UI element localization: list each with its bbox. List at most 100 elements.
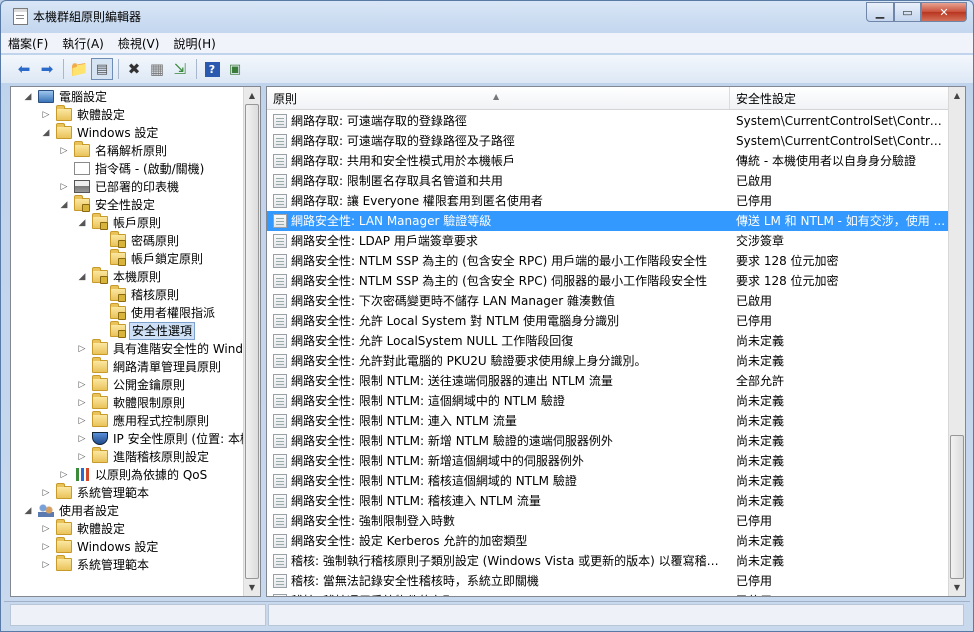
tree-item-label: IP 安全性原則 (位置: 本機 — [113, 432, 252, 446]
policy-setting-icon — [273, 294, 287, 308]
scroll-down-icon[interactable]: ▼ — [949, 579, 965, 596]
tree-item-label: 指令碼 - (啟動/關機) — [95, 162, 205, 176]
folder-icon — [56, 123, 72, 139]
policy-name: 網路安全性: NTLM SSP 為主的 (包含安全 RPC) 用戶端的最小工作階… — [291, 254, 708, 268]
expand-arrow-icon[interactable]: ▷ — [59, 466, 69, 484]
console-tree[interactable]: ◢ 電腦設定 ▷ 軟體設定 ◢ Windows 設定 ▷ 名稱解析原則 指令碼 - (啟動/關機… — [10, 86, 261, 597]
policy-row[interactable]: 網路安全性: 限制 NTLM: 新增 NTLM 驗證的遠端伺服器例外 尚未定義 — [267, 431, 949, 451]
expand-arrow-icon[interactable]: ▷ — [59, 142, 69, 160]
up-folder-button[interactable]: 📁 — [68, 58, 90, 80]
show-hide-action-pane-icon: ▣ — [228, 61, 242, 77]
maximize-button[interactable]: ▭ — [894, 2, 921, 22]
policy-row[interactable]: 稽核: 稽核通用系統物件的存取 已停用 — [267, 591, 949, 596]
policy-row[interactable]: 網路安全性: NTLM SSP 為主的 (包含安全 RPC) 用戶端的最小工作階… — [267, 251, 949, 271]
expand-arrow-icon[interactable]: ▷ — [77, 376, 87, 394]
tree-item-label: 進階稽核原則設定 — [113, 450, 210, 464]
policy-row[interactable]: 網路安全性: 允許對此電腦的 PKU2U 驗證要求使用線上身分識別。 尚未定義 — [267, 351, 949, 371]
policy-row[interactable]: 網路安全性: LDAP 用戶端簽章要求 交涉簽章 — [267, 231, 949, 251]
expand-arrow-icon[interactable]: ▷ — [59, 178, 69, 196]
column-header: 原則 ▲ 安全性設定 — [267, 87, 949, 110]
policy-row[interactable]: 稽核: 當無法記錄安全性稽核時，系統立即關機 已停用 — [267, 571, 949, 591]
delete-button[interactable]: ✖ — [123, 58, 145, 80]
policy-row[interactable]: 網路存取: 可遠端存取的登錄路徑 System\CurrentControlSet… — [267, 111, 949, 131]
policy-row[interactable]: 網路安全性: 限制 NTLM: 連入 NTLM 流量 尚未定義 — [267, 411, 949, 431]
policy-setting-icon — [273, 374, 287, 388]
back-button[interactable]: ⬅ — [13, 58, 35, 80]
show-hide-tree-button[interactable]: ▤ — [91, 58, 113, 80]
policy-row[interactable]: 網路存取: 讓 Everyone 權限套用到匿名使用者 已停用 — [267, 191, 949, 211]
scroll-thumb[interactable] — [950, 435, 964, 579]
list-scrollbar[interactable]: ▲ ▼ — [948, 87, 965, 596]
policy-name: 網路安全性: 限制 NTLM: 新增 NTLM 驗證的遠端伺服器例外 — [291, 434, 613, 448]
printer-icon — [74, 180, 90, 193]
policy-row[interactable]: 網路安全性: 允許 LocalSystem NULL 工作階段回復 尚未定義 — [267, 331, 949, 351]
menu-help[interactable]: 說明(H) — [166, 35, 222, 52]
menu-action[interactable]: 執行(A) — [55, 35, 111, 52]
collapse-arrow-icon[interactable]: ◢ — [41, 124, 51, 142]
policy-row[interactable]: 網路存取: 共用和安全性模式用於本機帳戶 傳統 - 本機使用者以自身身分驗證 — [267, 151, 949, 171]
column-policy[interactable]: 原則 ▲ — [267, 87, 730, 109]
policy-row[interactable]: 網路安全性: 限制 NTLM: 送往遠端伺服器的連出 NTLM 流量 全部允許 — [267, 371, 949, 391]
policy-name: 網路安全性: 限制 NTLM: 送往遠端伺服器的連出 NTLM 流量 — [291, 374, 613, 388]
expand-arrow-icon[interactable]: ▷ — [41, 106, 51, 124]
expand-arrow-icon[interactable]: ▷ — [77, 412, 87, 430]
policy-name: 網路安全性: LDAP 用戶端簽章要求 — [291, 234, 478, 248]
policy-row[interactable]: 網路安全性: NTLM SSP 為主的 (包含安全 RPC) 伺服器的最小工作階… — [267, 271, 949, 291]
policy-row[interactable]: 網路安全性: LAN Manager 驗證等級 傳送 LM 和 NTLM - 如有… — [267, 211, 949, 231]
policy-setting-icon — [273, 414, 287, 428]
policy-value: 傳統 - 本機使用者以自身身分驗證 — [736, 154, 916, 168]
policy-row[interactable]: 網路安全性: 限制 NTLM: 新增這個網域中的伺服器例外 尚未定義 — [267, 451, 949, 471]
expand-arrow-icon[interactable]: ▷ — [77, 340, 87, 358]
properties-button[interactable]: ▦ — [146, 58, 168, 80]
expand-arrow-icon[interactable]: ▷ — [77, 448, 87, 466]
policy-setting-icon — [273, 514, 287, 528]
menu-view[interactable]: 檢視(V) — [111, 35, 167, 52]
expand-arrow-icon[interactable]: ▷ — [41, 556, 51, 574]
minimize-button[interactable]: ▁ — [866, 2, 894, 22]
policy-row[interactable]: 網路安全性: 限制 NTLM: 稽核這個網域的 NTLM 驗證 尚未定義 — [267, 471, 949, 491]
policy-value: 已停用 — [736, 194, 773, 208]
sort-ascending-icon: ▲ — [493, 92, 500, 101]
window-title: 本機群組原則編輯器 — [33, 10, 142, 24]
expand-arrow-icon[interactable]: ▷ — [41, 538, 51, 556]
column-security-setting[interactable]: 安全性設定 — [730, 87, 949, 109]
scroll-down-icon[interactable]: ▼ — [244, 579, 260, 596]
scroll-up-icon[interactable]: ▲ — [949, 87, 965, 104]
policy-row[interactable]: 網路安全性: 限制 NTLM: 稽核連入 NTLM 流量 尚未定義 — [267, 491, 949, 511]
menu-file[interactable]: 檔案(F) — [1, 35, 55, 52]
folder-icon — [92, 393, 108, 409]
scroll-thumb[interactable] — [245, 104, 259, 579]
policy-row[interactable]: 網路安全性: 限制 NTLM: 這個網域中的 NTLM 驗證 尚未定義 — [267, 391, 949, 411]
tree-scrollbar[interactable]: ▲ ▼ — [243, 87, 260, 596]
export-list-button[interactable]: ⇲ — [169, 58, 191, 80]
policy-row[interactable]: 網路存取: 可遠端存取的登錄路徑及子路徑 System\CurrentContro… — [267, 131, 949, 151]
tree-item-label: 密碼原則 — [131, 234, 180, 248]
policy-row[interactable]: 網路存取: 限制匿名存取具名管道和共用 已啟用 — [267, 171, 949, 191]
collapse-arrow-icon[interactable]: ◢ — [23, 502, 33, 520]
policy-row[interactable]: 網路安全性: 設定 Kerberos 允許的加密類型 尚未定義 — [267, 531, 949, 551]
expand-arrow-icon[interactable]: ▷ — [41, 520, 51, 538]
expand-arrow-icon[interactable]: ▷ — [41, 484, 51, 502]
folder-icon — [74, 141, 90, 157]
collapse-arrow-icon[interactable]: ◢ — [59, 196, 69, 214]
policy-row[interactable]: 稽核: 強制執行稽核原則子類別設定 (Windows Vista 或更新的版本)… — [267, 551, 949, 571]
tree-item-label: 公開金鑰原則 — [113, 378, 186, 392]
close-button[interactable]: ✕ — [921, 2, 967, 22]
help-button[interactable]: ? — [201, 58, 223, 80]
column-policy-label: 原則 — [273, 92, 298, 106]
expand-arrow-icon[interactable]: ▷ — [77, 394, 87, 412]
export-list-icon: ⇲ — [173, 60, 187, 78]
policy-row[interactable]: 網路安全性: 下次密碼變更時不儲存 LAN Manager 雜湊數值 已啟用 — [267, 291, 949, 311]
tree-item-label: 電腦設定 — [59, 90, 108, 104]
scroll-up-icon[interactable]: ▲ — [244, 87, 260, 104]
policy-row[interactable]: 網路安全性: 允許 Local System 對 NTLM 使用電腦身分識別 已停… — [267, 311, 949, 331]
collapse-arrow-icon[interactable]: ◢ — [77, 268, 87, 286]
collapse-arrow-icon[interactable]: ◢ — [23, 88, 33, 106]
policy-value: 已啟用 — [736, 174, 773, 188]
show-hide-action-pane-button[interactable]: ▣ — [224, 58, 246, 80]
forward-button[interactable]: ➡ — [36, 58, 58, 80]
expand-arrow-icon[interactable]: ▷ — [77, 430, 87, 448]
policy-name: 網路存取: 可遠端存取的登錄路徑及子路徑 — [291, 134, 515, 148]
collapse-arrow-icon[interactable]: ◢ — [77, 214, 87, 232]
policy-row[interactable]: 網路安全性: 強制限制登入時數 已停用 — [267, 511, 949, 531]
